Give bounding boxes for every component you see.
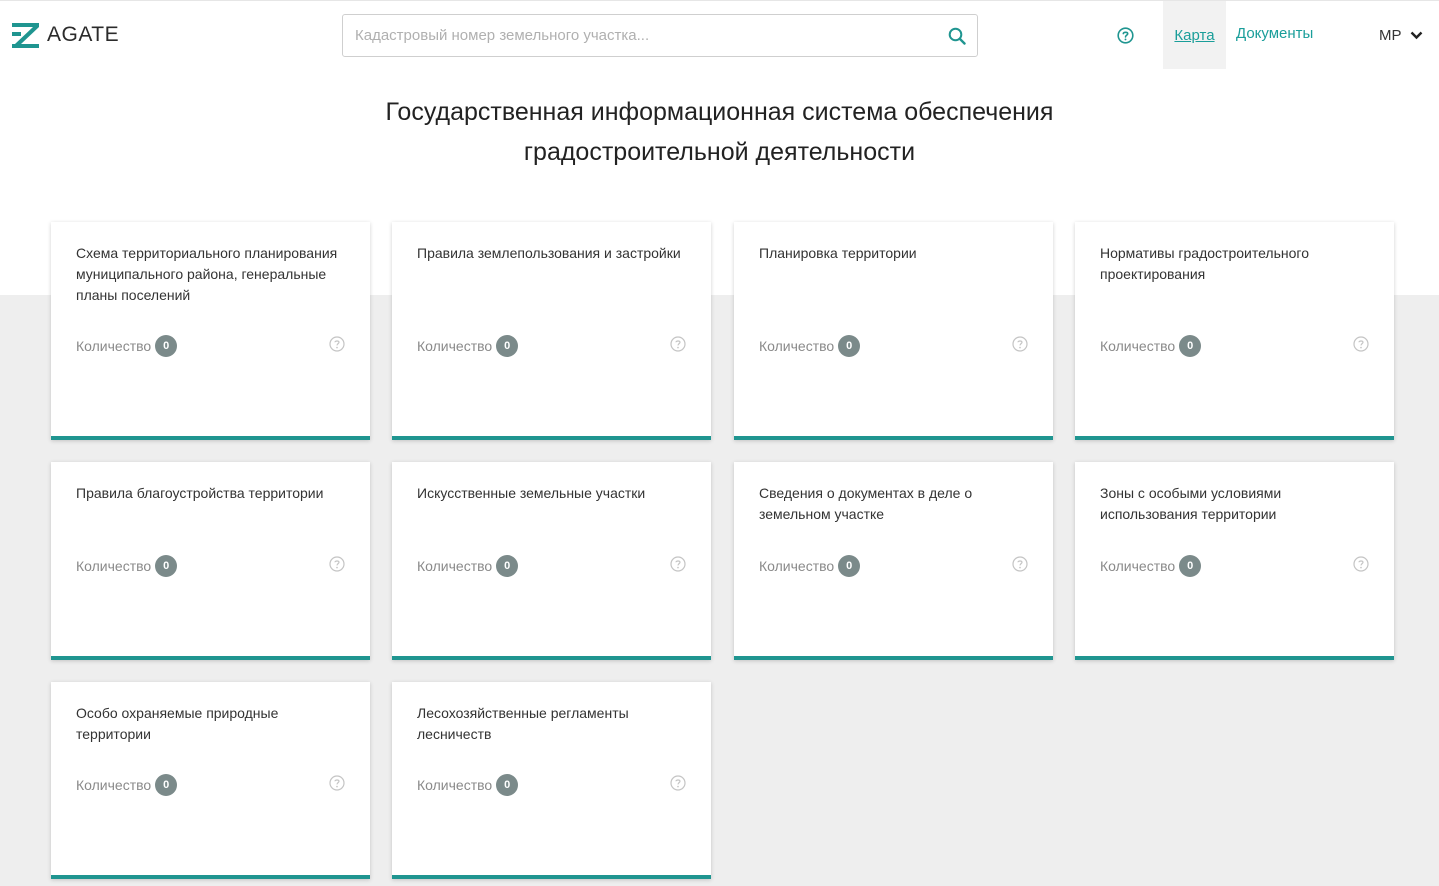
help-icon[interactable] (670, 556, 686, 572)
card-title: Сведения о документах в деле о земельном… (759, 485, 973, 522)
card-count: Количество 0 (759, 555, 861, 577)
count-label: Количество (1100, 338, 1176, 354)
count-badge: 0 (155, 335, 178, 357)
count-badge: 0 (1179, 555, 1202, 577)
help-icon[interactable] (1353, 556, 1369, 572)
category-card[interactable]: Планировка территории Количество 0 (734, 222, 1053, 440)
page-title-line2: градостроительной деятельности (523, 138, 916, 166)
category-card[interactable]: Схема территориального планирования муни… (51, 222, 370, 440)
category-card[interactable]: Правила благоустройства территории Колич… (51, 462, 370, 660)
card-title: Особо охраняемые природные территории (76, 705, 279, 742)
card-count: Количество 0 (1100, 335, 1202, 357)
count-label: Количество (76, 338, 152, 354)
count-label: Количество (1100, 558, 1176, 574)
help-icon[interactable] (670, 775, 686, 791)
nav-map-link[interactable]: Карта (1163, 1, 1226, 69)
help-icon[interactable] (1117, 27, 1134, 44)
top-header: AGATE Карта Документы МР (0, 0, 1439, 69)
count-label: Количество (76, 558, 152, 574)
count-label: Количество (759, 338, 835, 354)
count-badge: 0 (838, 555, 861, 577)
user-menu[interactable]: МР (1379, 25, 1423, 45)
card-title: Схема территориального планирования муни… (76, 245, 338, 303)
category-card[interactable]: Лесохозяйственные регламенты лесничеств … (392, 682, 711, 879)
count-badge: 0 (155, 774, 178, 796)
count-label: Количество (417, 777, 493, 793)
count-badge: 0 (838, 335, 861, 357)
category-card[interactable]: Искусственные земельные участки Количест… (392, 462, 711, 660)
page-title-line1: Государственная информационная система о… (385, 98, 1054, 126)
card-title: Лесохозяйственные регламенты лесничеств (417, 705, 629, 742)
count-badge: 0 (496, 335, 519, 357)
category-card[interactable]: Зоны с особыми условиями использования т… (1075, 462, 1394, 660)
count-label: Количество (759, 558, 835, 574)
count-label: Количество (417, 558, 493, 574)
nav-documents-link[interactable]: Документы (1236, 25, 1313, 45)
card-title: Правила благоустройства территории (76, 485, 324, 501)
card-count: Количество 0 (76, 774, 178, 796)
card-title: Нормативы градостроительного проектирова… (1100, 245, 1309, 282)
count-badge: 0 (496, 555, 519, 577)
card-count: Количество 0 (417, 555, 519, 577)
count-badge: 0 (155, 555, 178, 577)
logo-text: AGATE (47, 23, 120, 46)
category-card[interactable]: Особо охраняемые природные территории Ко… (51, 682, 370, 879)
card-count: Количество 0 (759, 335, 861, 357)
chevron-down-icon (1410, 31, 1422, 39)
help-icon[interactable] (670, 336, 686, 352)
card-count: Количество 0 (76, 335, 178, 357)
category-card[interactable]: Сведения о документах в деле о земельном… (734, 462, 1053, 660)
card-title: Планировка территории (759, 245, 917, 261)
user-initials: МР (1379, 26, 1402, 44)
card-title: Зоны с особыми условиями использования т… (1100, 485, 1282, 522)
card-count: Количество 0 (76, 555, 178, 577)
help-icon[interactable] (1353, 336, 1369, 352)
search-input[interactable] (343, 15, 933, 56)
count-badge: 0 (496, 774, 519, 796)
category-card[interactable]: Нормативы градостроительного проектирова… (1075, 222, 1394, 440)
count-label: Количество (76, 777, 152, 793)
logo[interactable]: AGATE (12, 21, 119, 49)
card-title: Искусственные земельные участки (417, 485, 646, 501)
help-icon[interactable] (1012, 336, 1028, 352)
count-label: Количество (417, 338, 493, 354)
card-count: Количество 0 (1100, 555, 1202, 577)
card-count: Количество 0 (417, 335, 519, 357)
agate-logo-icon (12, 22, 39, 48)
search-icon[interactable] (948, 27, 966, 45)
help-icon[interactable] (329, 775, 345, 791)
help-icon[interactable] (329, 336, 345, 352)
help-icon[interactable] (329, 556, 345, 572)
count-badge: 0 (1179, 335, 1202, 357)
page-title: Государственная информационная система о… (0, 92, 1439, 172)
search-box (342, 14, 978, 57)
category-card[interactable]: Правила землепользования и застройки Кол… (392, 222, 711, 440)
card-count: Количество 0 (417, 774, 519, 796)
help-icon[interactable] (1012, 556, 1028, 572)
card-title: Правила землепользования и застройки (417, 245, 681, 261)
